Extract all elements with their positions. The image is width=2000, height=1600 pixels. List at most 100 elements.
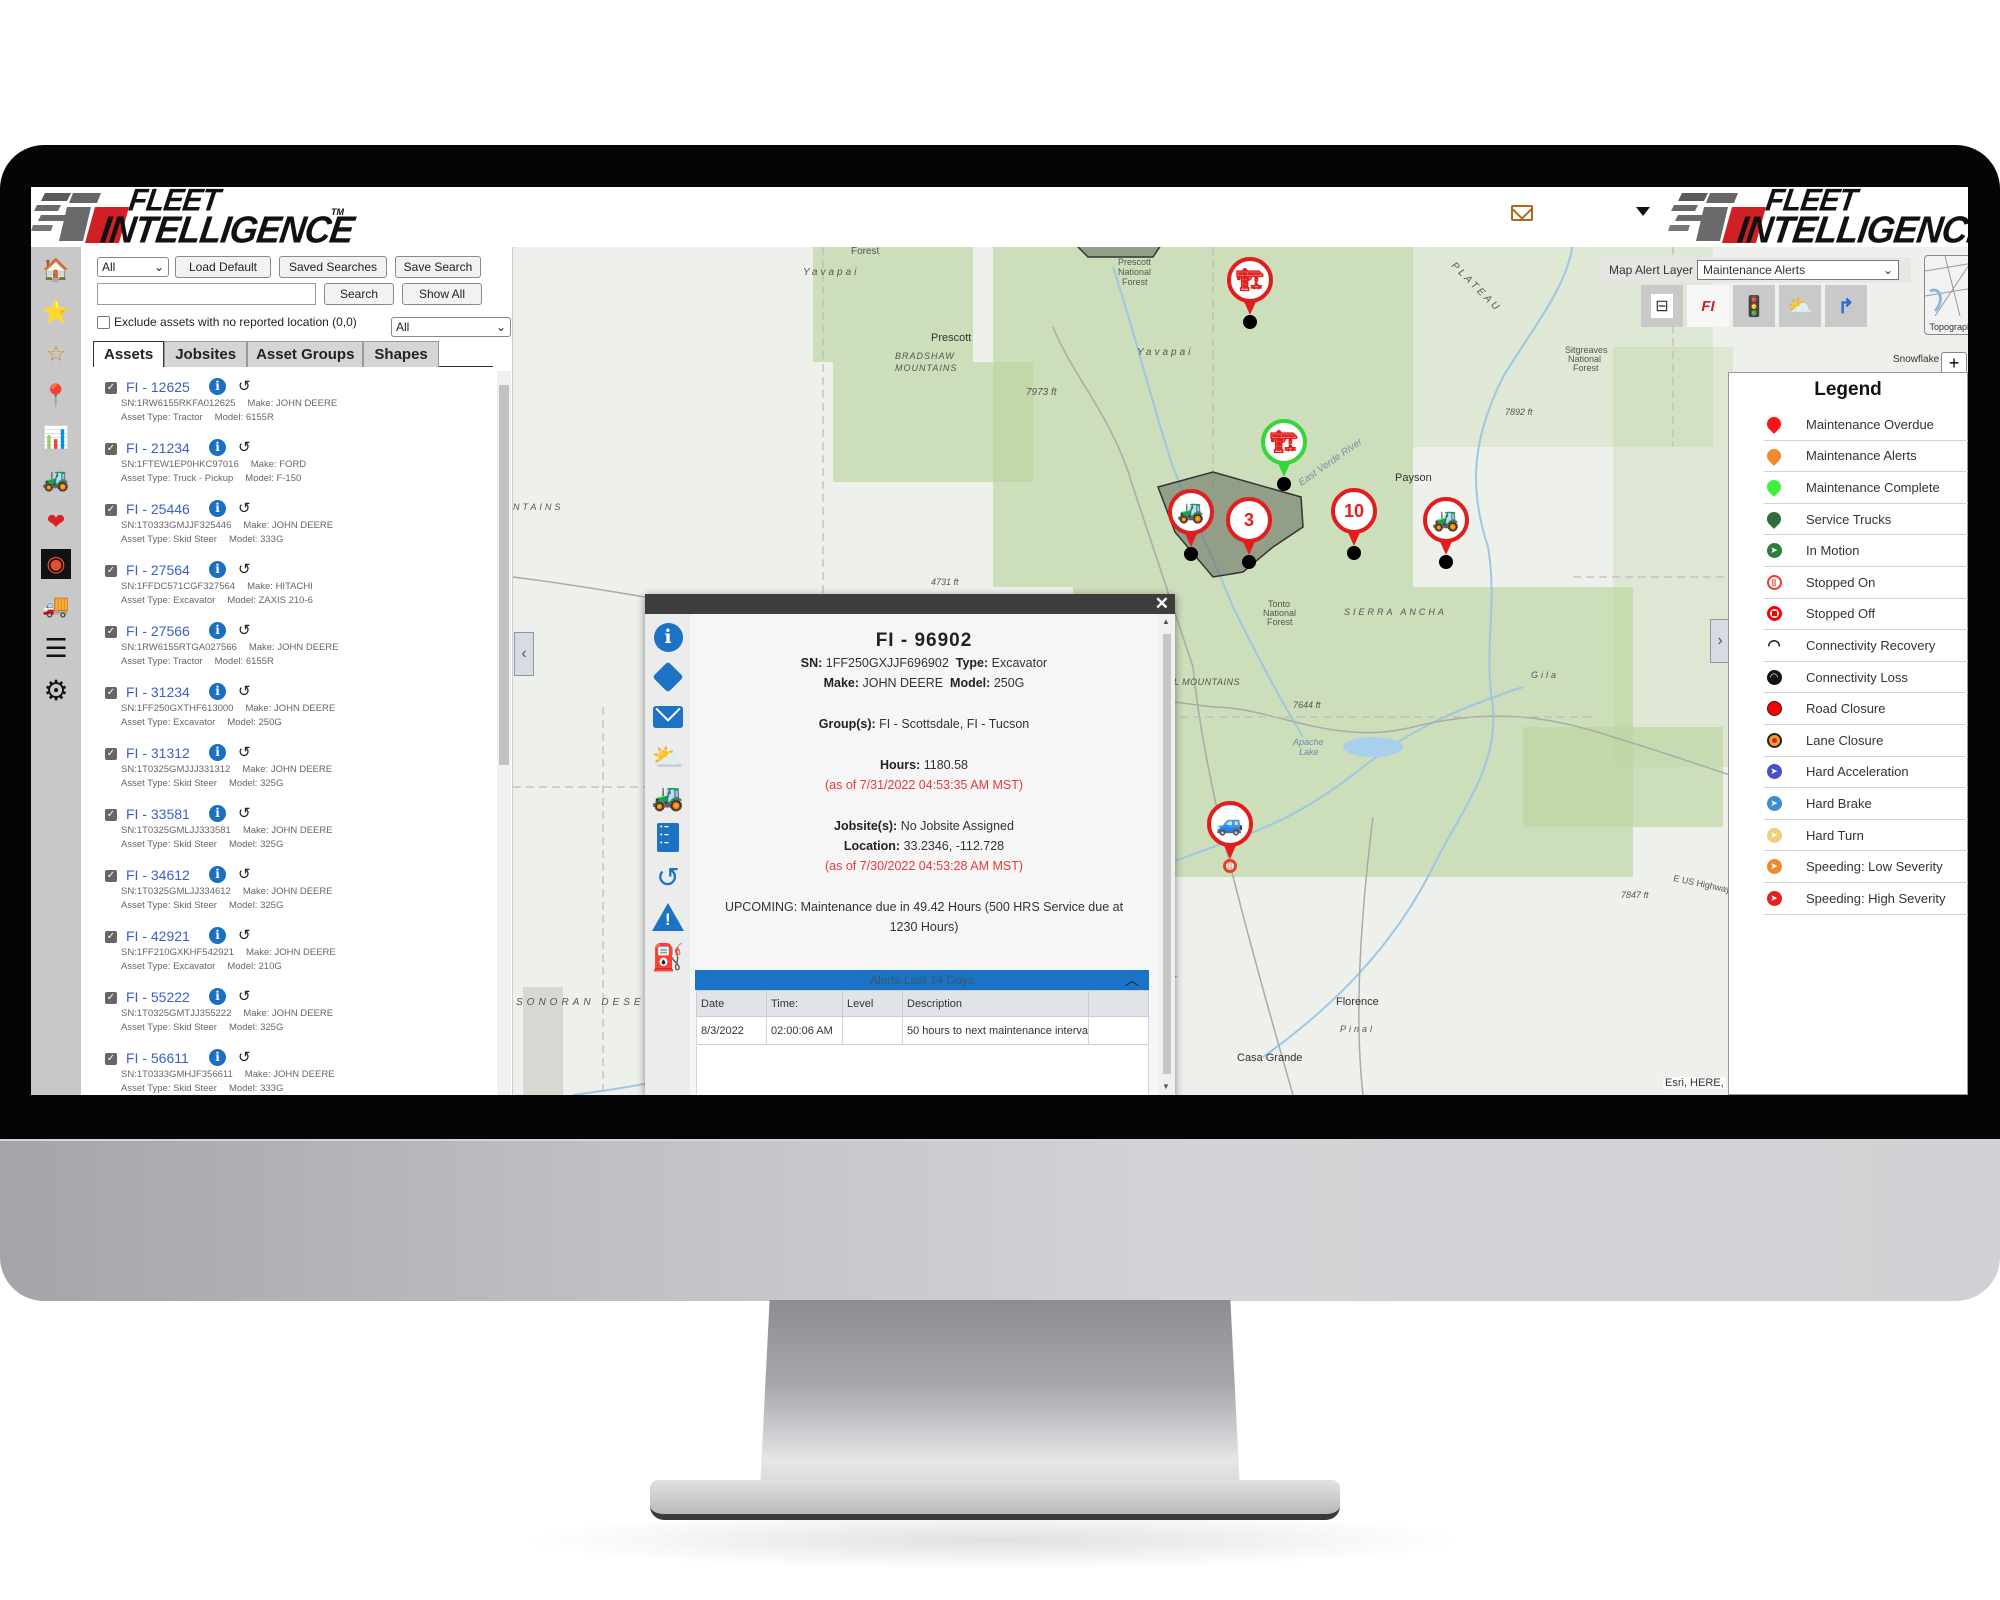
- search-input[interactable]: [97, 283, 316, 305]
- tab-jobsites[interactable]: Jobsites: [164, 341, 248, 367]
- history-icon[interactable]: ↺: [238, 682, 251, 700]
- exclude-no-location-option[interactable]: Exclude assets with no reported location…: [97, 315, 357, 329]
- history-icon[interactable]: ↺: [238, 804, 251, 822]
- fleet-intelligence-layer-button[interactable]: FI: [1687, 285, 1729, 327]
- search-button[interactable]: Search: [324, 283, 394, 305]
- asset-list-item[interactable]: ✓ FI - 55222 i ↺ SN:1T0325GMTJJ355222 Make: J…: [105, 988, 485, 1049]
- asset-checkbox[interactable]: ✓: [105, 382, 117, 394]
- collapse-left-panel-button[interactable]: ‹: [514, 632, 534, 676]
- chevron-up-icon[interactable]: ︿: [1125, 970, 1139, 990]
- column-header-description[interactable]: Description: [902, 990, 1089, 1017]
- scrollbar-thumb[interactable]: [499, 385, 509, 765]
- info-icon[interactable]: i: [209, 561, 226, 578]
- hamburger-icon[interactable]: ☰: [41, 633, 71, 663]
- asset-list-item[interactable]: ✓ FI - 56611 i ↺ SN:1T0333GMHJF356611 Make: J…: [105, 1048, 485, 1095]
- map-marker-cluster[interactable]: 3: [1226, 497, 1272, 575]
- asset-list-item[interactable]: ✓ FI - 25446 i ↺ SN:1T0333GMJJF325446 Make: J…: [105, 499, 485, 561]
- asset-checkbox[interactable]: ✓: [105, 504, 117, 516]
- history-icon[interactable]: ↺: [238, 377, 251, 395]
- star-plus-icon[interactable]: ⭐: [41, 297, 71, 327]
- scrollbar-thumb[interactable]: [1163, 634, 1171, 1074]
- align-center-button[interactable]: ⊟: [1641, 285, 1683, 327]
- map-marker-excavator-complete[interactable]: 🏗: [1261, 419, 1307, 497]
- asset-checkbox[interactable]: ✓: [105, 992, 117, 1004]
- scroll-up-icon[interactable]: ▲: [1162, 617, 1170, 626]
- equipment-button[interactable]: 🚜: [651, 780, 685, 814]
- asset-name-link[interactable]: FI - 31312: [126, 745, 190, 761]
- history-icon[interactable]: ↺: [238, 865, 251, 883]
- asset-checkbox[interactable]: ✓: [105, 931, 117, 943]
- save-search-button[interactable]: Save Search: [395, 256, 481, 278]
- collapse-right-panel-button[interactable]: ›: [1710, 619, 1730, 663]
- asset-checkbox[interactable]: ✓: [105, 748, 117, 760]
- alerts-section-header[interactable]: Alerts Last 14 Days ︿: [695, 970, 1149, 990]
- fuel-button[interactable]: ⛽: [651, 940, 685, 974]
- asset-name-link[interactable]: FI - 25446: [126, 501, 190, 517]
- asset-name-link[interactable]: FI - 55222: [126, 989, 190, 1005]
- history-icon[interactable]: ↺: [238, 926, 251, 944]
- asset-checkbox[interactable]: ✓: [105, 870, 117, 882]
- asset-list-item[interactable]: ✓ FI - 42921 i ↺ SN:1FF210GXKHF542921 Make: J…: [105, 926, 485, 988]
- info-icon[interactable]: i: [209, 378, 226, 395]
- gear-icon[interactable]: ⚙: [41, 675, 71, 706]
- asset-list-item[interactable]: ✓ FI - 33581 i ↺ SN:1T0325GMLJJ333581 Make: J…: [105, 804, 485, 866]
- show-all-button[interactable]: Show All: [402, 283, 482, 305]
- map-marker-truck-stopped-on[interactable]: 🚙 ||: [1207, 801, 1253, 879]
- weather-button[interactable]: ⛅: [651, 740, 685, 774]
- truck-clock-icon[interactable]: 🚚: [41, 591, 71, 621]
- history-icon[interactable]: ↺: [238, 499, 251, 517]
- directions-button[interactable]: ↱: [1825, 285, 1867, 327]
- asset-name-link[interactable]: FI - 21234: [126, 440, 190, 456]
- asset-name-link[interactable]: FI - 33581: [126, 806, 190, 822]
- history-icon[interactable]: ↺: [238, 560, 251, 578]
- info-icon[interactable]: i: [209, 500, 226, 517]
- info-icon[interactable]: i: [209, 927, 226, 944]
- warning-button[interactable]: [651, 900, 685, 934]
- asset-checkbox[interactable]: ✓: [105, 809, 117, 821]
- popup-scrollbar[interactable]: ▲ ▼: [1158, 614, 1175, 1095]
- info-icon[interactable]: i: [209, 1049, 226, 1066]
- asset-checkbox[interactable]: ✓: [105, 626, 117, 638]
- heart-pulse-icon[interactable]: ❤: [41, 507, 71, 537]
- envelope-icon[interactable]: [1511, 205, 1533, 221]
- asset-name-link[interactable]: FI - 27564: [126, 562, 190, 578]
- directions-button[interactable]: [651, 660, 685, 694]
- bulldozer-icon[interactable]: 🚜: [41, 465, 71, 495]
- info-icon[interactable]: i: [209, 866, 226, 883]
- info-icon[interactable]: i: [209, 439, 226, 456]
- info-icon[interactable]: i: [209, 622, 226, 639]
- weather-layer-button[interactable]: ⛅: [1779, 285, 1821, 327]
- location-filter-select[interactable]: All ⌄: [391, 317, 511, 337]
- info-icon[interactable]: i: [209, 744, 226, 761]
- map-marker-cluster[interactable]: 10: [1331, 488, 1377, 566]
- tab-shapes[interactable]: Shapes: [363, 341, 439, 367]
- traffic-layer-button[interactable]: 🚦: [1733, 285, 1775, 327]
- asset-list-item[interactable]: ✓ FI - 34612 i ↺ SN:1T0325GMLJJ334612 Make: J…: [105, 865, 485, 927]
- camera-icon[interactable]: ◉: [41, 549, 71, 579]
- asset-name-link[interactable]: FI - 56611: [126, 1050, 189, 1066]
- load-default-button[interactable]: Load Default: [175, 256, 271, 278]
- map-marker-skid-steer[interactable]: 🚜: [1423, 497, 1469, 575]
- asset-filter-select[interactable]: All ⌄: [97, 257, 169, 277]
- close-icon[interactable]: ✕: [1155, 594, 1169, 614]
- column-header-date[interactable]: Date: [696, 990, 767, 1017]
- house-icon[interactable]: 🏠: [41, 255, 71, 285]
- map-pin-icon[interactable]: 📍: [41, 381, 71, 411]
- checklist-button[interactable]: [651, 820, 685, 854]
- history-icon[interactable]: ↺: [238, 621, 251, 639]
- star-list-icon[interactable]: ☆: [41, 339, 71, 369]
- tab-assets[interactable]: Assets: [93, 341, 165, 367]
- exclude-checkbox[interactable]: [97, 315, 110, 329]
- info-icon[interactable]: i: [209, 988, 226, 1005]
- info-icon[interactable]: i: [209, 805, 226, 822]
- asset-name-link[interactable]: FI - 42921: [126, 928, 190, 944]
- asset-list-item[interactable]: ✓ FI - 12625 i ↺ SN:1RW6155RKFA012625 Make: J…: [105, 377, 485, 439]
- email-button[interactable]: [651, 700, 685, 734]
- asset-list-scrollbar[interactable]: [497, 371, 511, 1095]
- saved-searches-button[interactable]: Saved Searches: [279, 256, 387, 278]
- history-icon[interactable]: ↺: [238, 1048, 251, 1066]
- asset-name-link[interactable]: FI - 31234: [126, 684, 190, 700]
- asset-list-item[interactable]: ✓ FI - 31312 i ↺ SN:1T0325GMJJJ331312 Make: J…: [105, 744, 485, 805]
- popup-titlebar[interactable]: ✕: [645, 594, 1175, 614]
- asset-list-item[interactable]: ✓ FI - 31234 i ↺ SN:1FF250GXTHF613000 Make: J…: [105, 682, 485, 744]
